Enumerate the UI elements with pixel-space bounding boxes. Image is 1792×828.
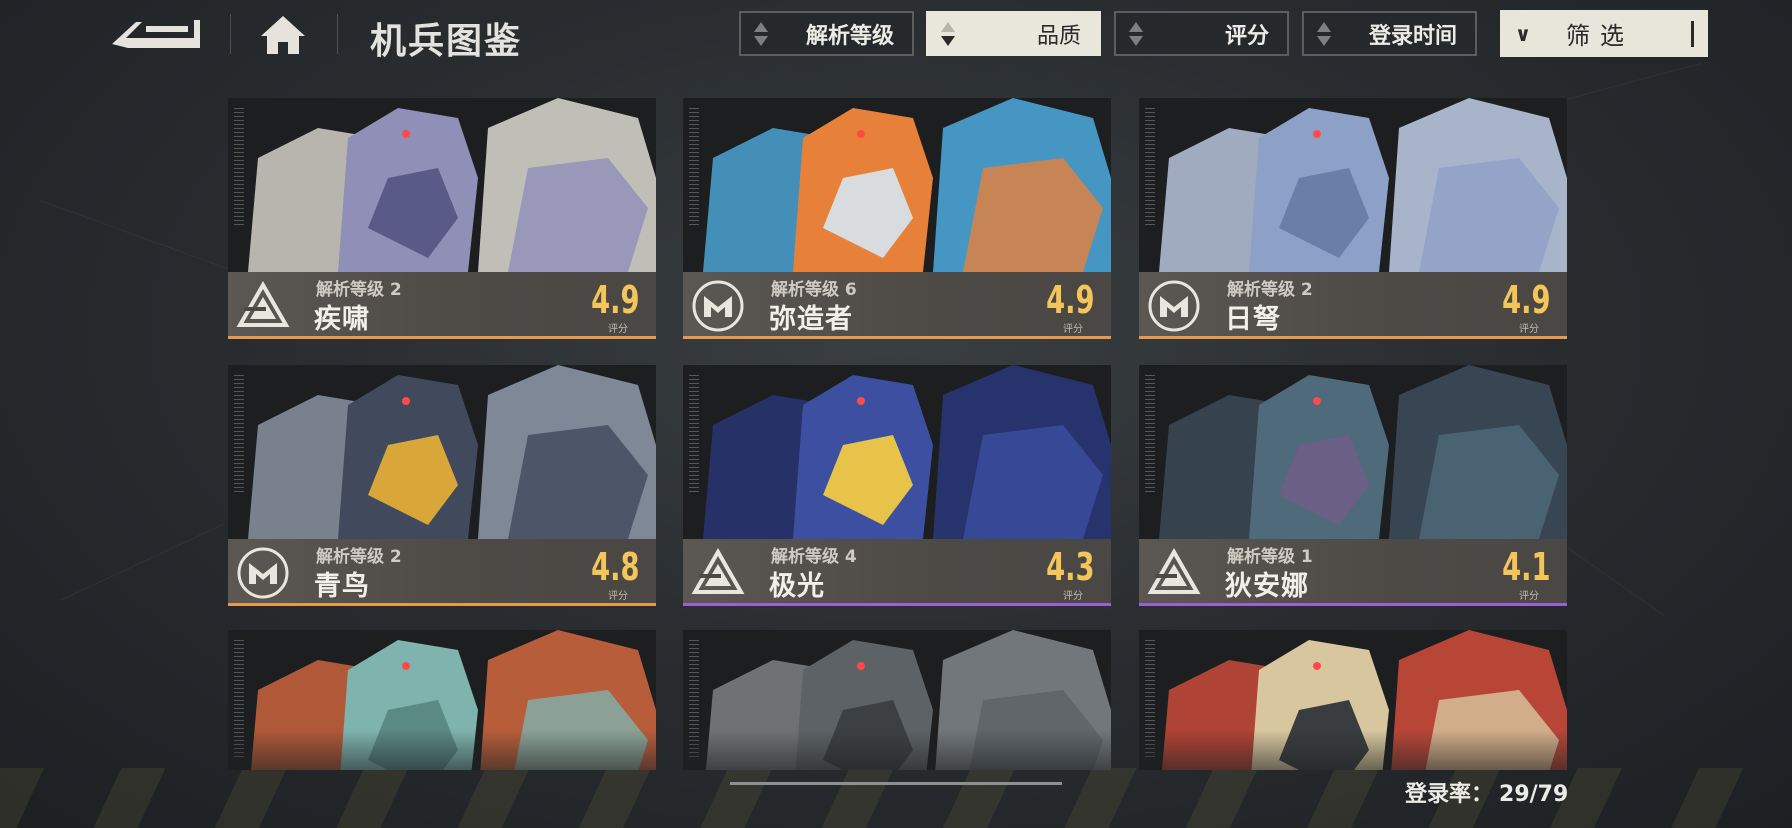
sort-arrows-icon [1116, 21, 1156, 46]
score-label: 评分 [608, 324, 628, 335]
login-rate: 登录率： 29/79 [1405, 776, 1568, 808]
barcode-decoration [234, 108, 244, 228]
mech-name: 日弩 [1225, 304, 1281, 335]
mech-score: 4.3 [1046, 545, 1095, 589]
chevron-down-icon: ∨ [1514, 21, 1532, 46]
mech-info-panel: 解析等级 2 日弩 4.9 评分 [1139, 272, 1567, 339]
sort-label: 评分 [1224, 23, 1269, 49]
sort-login-time-button[interactable]: 登录时间 [1302, 11, 1477, 56]
home-button[interactable] [259, 12, 307, 56]
rarity-stripe [1139, 603, 1567, 606]
mech-card[interactable]: 解析等级 4 极光 4.3 评分 [683, 365, 1111, 609]
mech-card[interactable]: 解析等级 2 日弩 4.9 评分 [1139, 98, 1567, 342]
mech-portrait [228, 98, 656, 272]
rarity-stripe [228, 603, 656, 606]
filter-bar-icon [1691, 20, 1694, 47]
mech-info-panel: 解析等级 2 疾啸 4.9 评分 [228, 272, 656, 339]
mech-portrait [1139, 365, 1567, 539]
mech-portrait [1139, 98, 1567, 272]
mech-card[interactable]: 解析等级 1 狄安娜 4.1 评分 [1139, 365, 1567, 609]
mech-info-panel: 解析等级 1 狄安娜 4.1 评分 [1139, 539, 1567, 606]
back-arrow-icon [112, 20, 200, 48]
rarity-stripe [1139, 336, 1567, 339]
sort-arrows-icon [1304, 21, 1344, 46]
triangle-emblem-icon [236, 279, 290, 333]
rarity-stripe [683, 603, 1111, 606]
barcode-decoration [234, 375, 244, 495]
mech-info-panel: 解析等级 6 弥造者 4.9 评分 [683, 272, 1111, 339]
mech-score: 4.9 [591, 278, 640, 322]
sort-score-button[interactable]: 评分 [1114, 11, 1289, 56]
mech-card[interactable] [228, 630, 656, 770]
page-title: 机兵图鉴 [370, 21, 523, 62]
mech-portrait [228, 365, 656, 539]
m-shield-emblem-icon [236, 546, 290, 600]
barcode-decoration [1145, 375, 1155, 495]
barcode-decoration [1145, 108, 1155, 228]
mech-card[interactable] [683, 630, 1111, 770]
login-rate-label: 登录率： [1405, 782, 1494, 807]
m-shield-emblem-icon [1147, 279, 1201, 333]
score-label: 评分 [1519, 324, 1539, 335]
header-divider [230, 14, 231, 54]
mech-name: 弥造者 [769, 304, 853, 335]
mech-portrait [683, 630, 1111, 770]
sort-label: 登录时间 [1368, 23, 1457, 49]
mech-score: 4.9 [1046, 278, 1095, 322]
rarity-stripe [683, 336, 1111, 339]
mech-name: 疾啸 [314, 304, 370, 335]
m-shield-emblem-icon [691, 279, 745, 333]
mech-info-panel: 解析等级 4 极光 4.3 评分 [683, 539, 1111, 606]
triangle-emblem-icon [691, 546, 745, 600]
mech-portrait [683, 98, 1111, 272]
sort-quality-button[interactable]: 品质 [926, 11, 1101, 56]
sort-label: 解析等级 [805, 23, 894, 49]
mech-name: 狄安娜 [1225, 571, 1309, 602]
score-label: 评分 [1519, 591, 1539, 602]
mech-info-panel: 解析等级 2 青鸟 4.8 评分 [228, 539, 656, 606]
header-divider [337, 14, 338, 54]
rarity-stripe [228, 336, 656, 339]
mech-score: 4.9 [1502, 278, 1551, 322]
triangle-emblem-icon [1147, 546, 1201, 600]
mech-score: 4.8 [591, 545, 640, 589]
score-label: 评分 [1063, 324, 1083, 335]
mech-card[interactable]: 解析等级 2 疾啸 4.9 评分 [228, 98, 656, 342]
filter-label: 筛选 [1566, 22, 1634, 50]
barcode-decoration [689, 375, 699, 495]
sort-label: 品质 [1036, 23, 1081, 49]
mech-score: 4.1 [1502, 545, 1551, 589]
sort-analysis-level-button[interactable]: 解析等级 [739, 11, 914, 56]
filter-button[interactable]: ∨ 筛选 [1500, 10, 1708, 57]
mech-card[interactable]: 解析等级 2 青鸟 4.8 评分 [228, 365, 656, 609]
mech-portrait [683, 365, 1111, 539]
mech-name: 青鸟 [314, 571, 370, 602]
scroll-indicator[interactable] [730, 782, 1062, 785]
sort-arrows-icon [741, 21, 781, 46]
mech-portrait [1139, 630, 1567, 770]
mech-card[interactable]: 解析等级 6 弥造者 4.9 评分 [683, 98, 1111, 342]
score-label: 评分 [608, 591, 628, 602]
mech-card[interactable] [1139, 630, 1567, 770]
home-icon [261, 16, 305, 54]
login-rate-value: 29/79 [1499, 782, 1569, 807]
mech-portrait [228, 630, 656, 770]
score-label: 评分 [1063, 591, 1083, 602]
sort-arrows-icon [928, 21, 968, 46]
mech-name: 极光 [769, 571, 825, 602]
barcode-decoration [689, 108, 699, 228]
back-button[interactable] [106, 14, 202, 54]
